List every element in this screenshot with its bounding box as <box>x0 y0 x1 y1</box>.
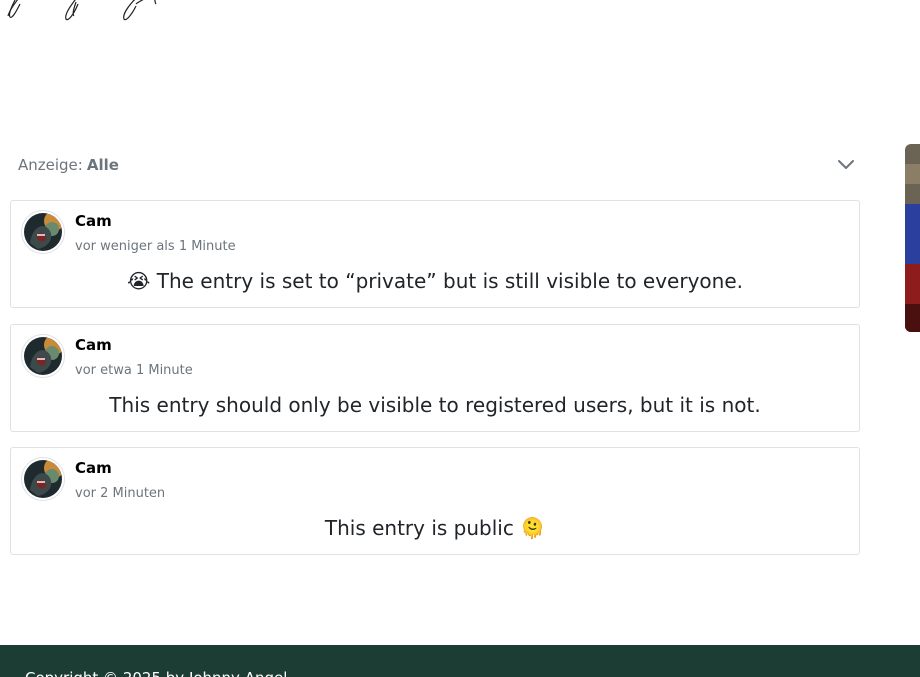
entry-card: Cam vor 2 Minuten This entry is public 🫠 <box>10 447 860 555</box>
side-image <box>905 144 920 332</box>
author-name[interactable]: Cam <box>75 459 112 477</box>
entry-timestamp: vor weniger als 1 Minute <box>75 239 236 254</box>
footer-copyright: Copyright © 2025 by Johnny Angel <box>25 669 287 677</box>
avatar[interactable] <box>21 210 65 254</box>
entry-text: This entry is public 🫠 <box>324 516 546 540</box>
avatar[interactable] <box>21 457 65 501</box>
filter-label: Anzeige: <box>18 156 83 174</box>
filter-value: Alle <box>86 156 119 174</box>
entry-card: Cam vor etwa 1 Minute This entry should … <box>10 324 860 432</box>
entry-timestamp: vor etwa 1 Minute <box>75 363 193 378</box>
chevron-down-icon[interactable] <box>836 155 856 175</box>
signature-logo[interactable] <box>0 0 170 26</box>
avatar[interactable] <box>21 334 65 378</box>
entry-card: Cam vor weniger als 1 Minute 😭 The entry… <box>10 200 860 308</box>
filter-label-group: Anzeige: Alle <box>10 156 119 174</box>
entry-text: This entry should only be visible to reg… <box>109 393 761 417</box>
footer: Copyright © 2025 by Johnny Angel <box>0 645 920 677</box>
entry-timestamp: vor 2 Minuten <box>75 486 166 501</box>
entry-text: 😭 The entry is set to “private” but is s… <box>127 269 743 293</box>
author-name[interactable]: Cam <box>75 336 112 354</box>
author-name[interactable]: Cam <box>75 212 112 230</box>
filter-dropdown[interactable]: Anzeige: Alle <box>10 146 860 184</box>
